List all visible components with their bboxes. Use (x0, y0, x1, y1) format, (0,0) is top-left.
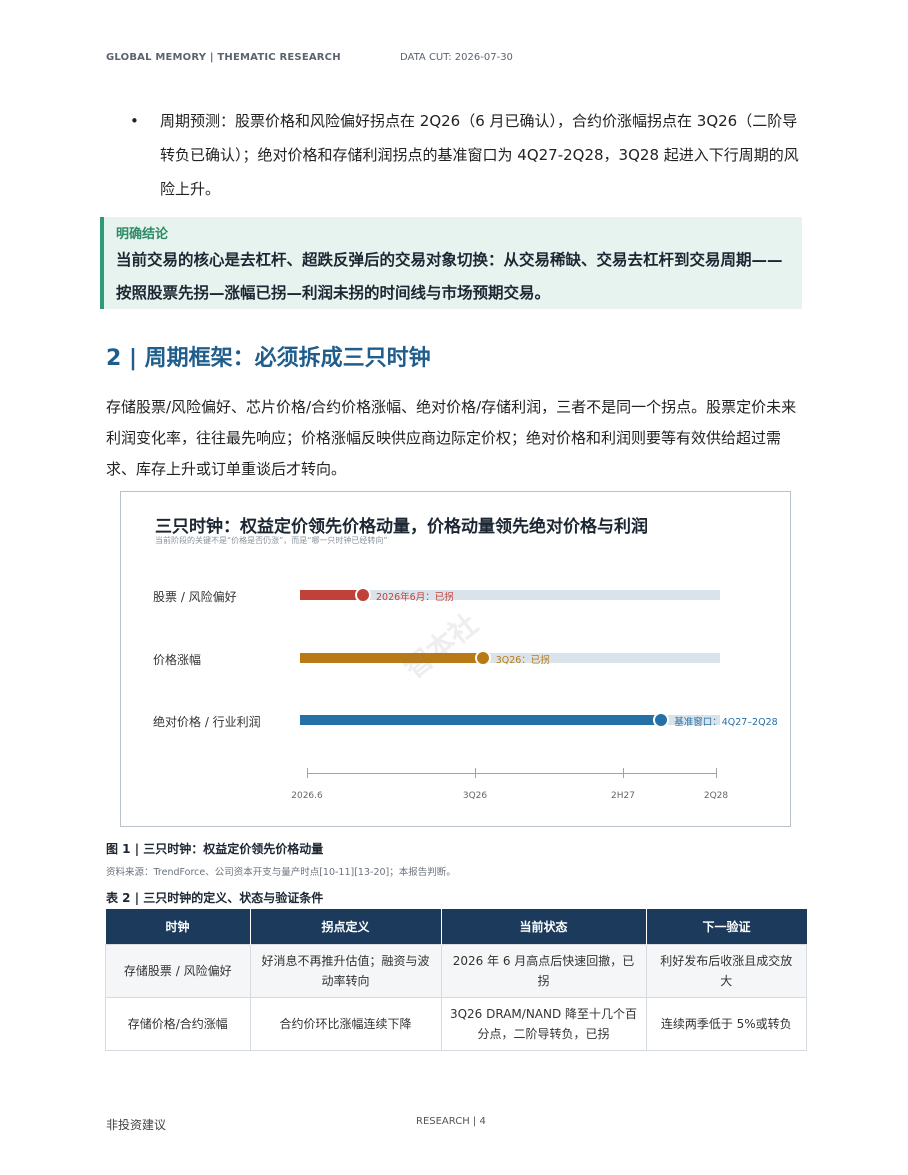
bullet-text: 周期预测：股票价格和风险偏好拐点在 2Q26（6 月已确认），合约价涨幅拐点在 … (160, 112, 799, 198)
footer-page: RESEARCH | 4 (416, 1116, 486, 1127)
table-cell: 存储价格/合约涨幅 (105, 997, 251, 1051)
table-title: 表 2 | 三只时钟的定义、状态与验证条件 (106, 891, 324, 905)
figure-source: 资料来源：TrendForce、公司资本开支与量产时点[10-11][13-20… (106, 867, 456, 878)
table-row: 存储股票 / 风险偏好 好消息不再推升估值；融资与波动率转向 2026 年 6 … (105, 944, 807, 998)
row-label: 价格涨幅 (153, 653, 202, 667)
figure-caption: 图 1 | 三只时钟：权益定价领先价格动量 (106, 842, 324, 856)
table-row: 存储价格/合约涨幅 合约价环比涨幅连续下降 3Q26 DRAM/NAND 降至十… (105, 997, 807, 1051)
bar-fill (300, 715, 662, 725)
bar-note: 2026年6月：已拐 (376, 592, 454, 603)
x-tick (475, 768, 476, 778)
chart-subtitle: 当前阶段的关键不是“价格是否仍涨”，而是“哪一只时钟已经转向” (155, 536, 388, 545)
table-cell: 3Q26 DRAM/NAND 降至十几个百分点，二阶导转负，已拐 (440, 997, 647, 1051)
table-header-cell: 下一验证 (646, 909, 807, 945)
bullet-dot: • (130, 112, 139, 130)
table-header-cell: 当前状态 (441, 909, 647, 945)
footer-disclaimer: 非投资建议 (106, 1118, 167, 1132)
section-title: 2 | 周期框架：必须拆成三只时钟 (106, 346, 431, 371)
data-cut-date: DATA CUT: 2026-07-30 (400, 52, 513, 63)
callout-body: 当前交易的核心是去杠杆、超跌反弹后的交易对象切换：从交易稀缺、交易去杠杆到交易周… (116, 251, 783, 302)
bullet-item: • 周期预测：股票价格和风险偏好拐点在 2Q26（6 月已确认），合约价涨幅拐点… (130, 104, 810, 206)
chart-title: 三只时钟：权益定价领先价格动量，价格动量领先绝对价格与利润 (155, 517, 648, 537)
table-header-row: 时钟 拐点定义 当前状态 下一验证 (105, 909, 807, 945)
bar-note: 基准窗口：4Q27–2Q28 (674, 717, 778, 728)
clock-table: 时钟 拐点定义 当前状态 下一验证 存储股票 / 风险偏好 好消息不再推升估值；… (105, 909, 807, 1051)
x-tick (307, 768, 308, 778)
bar-fill (300, 590, 363, 600)
x-axis-line (307, 773, 717, 774)
row-label: 绝对价格 / 行业利润 (153, 715, 261, 729)
section-paragraph: 存储股票/风险偏好、芯片价格/合约价格涨幅、绝对价格/存储利润，三者不是同一个拐… (106, 398, 797, 478)
row-label: 股票 / 风险偏好 (153, 590, 237, 604)
table-header-cell: 时钟 (105, 909, 251, 945)
table-cell: 2026 年 6 月高点后快速回撤，已拐 (440, 944, 647, 998)
callout-label: 明确结论 (116, 227, 169, 242)
bar-marker (474, 650, 491, 666)
conclusion-callout: 明确结论 当前交易的核心是去杠杆、超跌反弹后的交易对象切换：从交易稀缺、交易去杠… (100, 217, 802, 309)
x-tick (623, 768, 624, 778)
table-cell: 合约价环比涨幅连续下降 (249, 997, 442, 1051)
header-title: GLOBAL MEMORY | THEMATIC RESEARCH (106, 52, 341, 63)
table-cell: 存储股票 / 风险偏好 (105, 944, 251, 998)
x-tick-label: 3Q26 (462, 791, 488, 801)
x-tick-label: 2Q28 (703, 791, 729, 801)
table-header-cell: 拐点定义 (250, 909, 442, 945)
bar-note: 3Q26：已拐 (495, 655, 550, 666)
x-tick-label: 2H27 (611, 791, 635, 801)
table-cell: 利好发布后收涨且成交放大 (645, 944, 807, 998)
bar-marker (355, 587, 371, 603)
x-tick (716, 768, 717, 778)
table-cell: 好消息不再推升估值；融资与波动率转向 (249, 944, 442, 998)
table-cell: 连续两季低于 5%或转负 (645, 997, 807, 1051)
x-tick-label: 2026.6 (291, 791, 323, 801)
